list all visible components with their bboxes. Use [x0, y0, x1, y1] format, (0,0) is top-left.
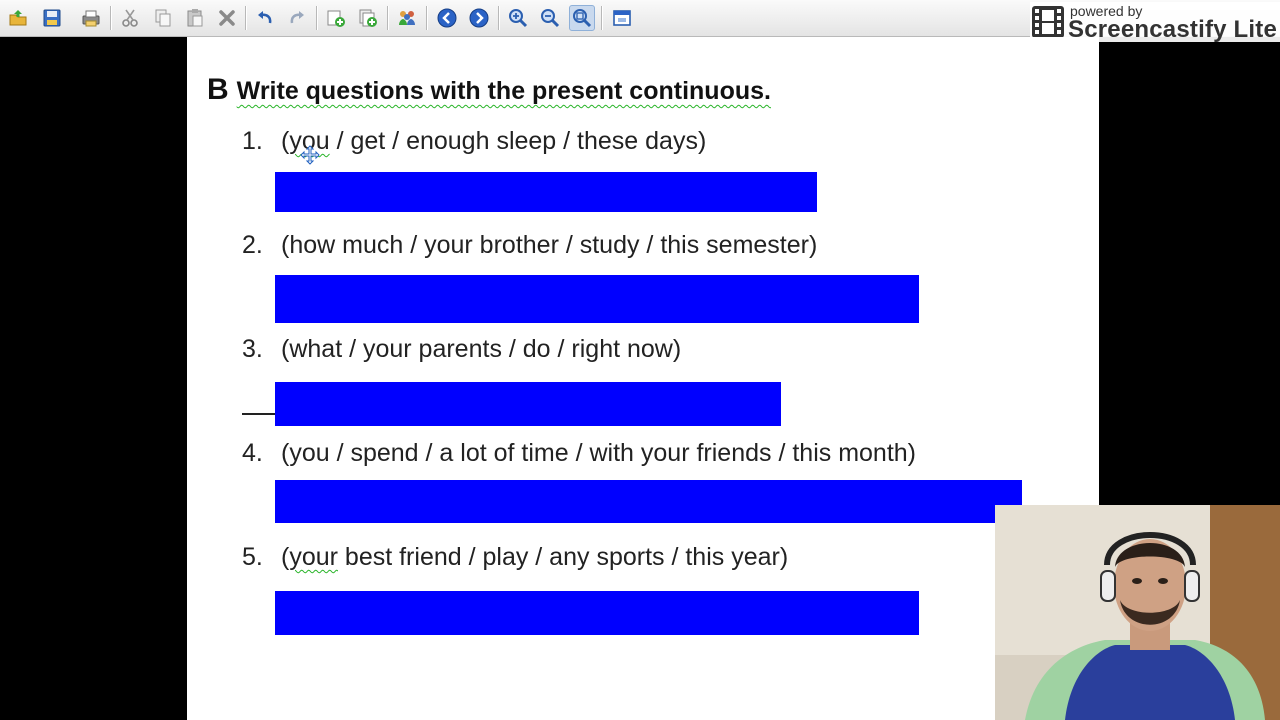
exercise-heading: B Write questions with the present contin…: [207, 73, 771, 107]
users-icon: [399, 11, 415, 25]
question-text: (how much / your brother / study / this …: [281, 231, 818, 259]
redo-button[interactable]: [284, 5, 310, 31]
duplicate-page-button[interactable]: [355, 5, 381, 31]
new-page-icon: [327, 10, 345, 27]
zoom-fit-icon: [573, 9, 592, 28]
exercise-title: Write questions with the present continu…: [236, 77, 771, 105]
question-text: (you / get / enough sleep / these days): [281, 127, 707, 155]
zoom-out-icon: [541, 9, 560, 28]
undo-icon: [258, 11, 272, 24]
question-rest: how much / your brother / study / this s…: [289, 231, 818, 259]
question-number: 2.: [242, 231, 263, 259]
answer-bar-1[interactable]: [275, 172, 817, 212]
answer-bar-2[interactable]: [275, 275, 919, 323]
section-letter: B: [207, 73, 229, 106]
answer-bar-4[interactable]: [275, 480, 1022, 523]
duplicate-page-icon: [359, 9, 377, 27]
question-rest: what / your parents / do / right now): [289, 335, 682, 363]
copy-button[interactable]: [150, 5, 176, 31]
arrow-left-icon: [437, 8, 457, 28]
zoom-in-button[interactable]: [505, 5, 531, 31]
question-number: 1.: [242, 127, 263, 155]
new-page-button[interactable]: [323, 5, 349, 31]
undo-button[interactable]: [252, 5, 278, 31]
paste-button[interactable]: [182, 5, 208, 31]
question-text: (you / spend / a lot of time / with your…: [281, 439, 917, 467]
next-page-button[interactable]: [466, 5, 492, 31]
paste-icon: [187, 9, 203, 27]
zoom-out-button[interactable]: [537, 5, 563, 31]
delete-button[interactable]: [214, 5, 240, 31]
redo-icon: [290, 11, 304, 24]
move-cursor-icon: [300, 145, 320, 165]
question-text: (your best friend / play / any sports / …: [281, 543, 789, 571]
print-button[interactable]: [78, 5, 104, 31]
film-strip-icon: [1032, 6, 1064, 38]
cut-icon: [122, 9, 138, 27]
question-rest: you / spend / a lot of time / with your …: [289, 439, 917, 467]
save-button[interactable]: [39, 5, 65, 31]
cut-button[interactable]: [117, 5, 143, 31]
question-rest: best friend / play / any sports / this y…: [337, 543, 789, 571]
zoom-in-icon: [509, 9, 528, 28]
answer-bar-3[interactable]: [275, 382, 781, 426]
question-rest: / get / enough sleep / these days): [329, 127, 707, 155]
open-folder-icon: [9, 10, 27, 26]
full-screen-icon: [613, 10, 631, 26]
arrow-right-icon: [469, 8, 489, 28]
answer-bar-5[interactable]: [275, 591, 919, 635]
question-number: 3.: [242, 335, 263, 363]
previous-page-button[interactable]: [434, 5, 460, 31]
screencastify-branding: powered by Screencastify Lite: [1030, 2, 1280, 43]
print-icon: [82, 10, 100, 27]
full-screen-button[interactable]: [609, 5, 635, 31]
misspelled-word: your: [289, 543, 338, 571]
question-text: (what / your parents / do / right now): [281, 335, 682, 363]
question-number: 5.: [242, 543, 263, 571]
webcam-feed: [995, 505, 1280, 720]
copy-icon: [155, 9, 171, 27]
delete-icon: [219, 10, 235, 26]
document-page[interactable]: B Write questions with the present contin…: [187, 37, 1099, 720]
users-button[interactable]: [394, 5, 420, 31]
answer-line: [242, 413, 275, 415]
save-icon: [43, 9, 61, 27]
question-number: 4.: [242, 439, 263, 467]
open-button[interactable]: [5, 5, 31, 31]
webcam-overlay: [995, 505, 1280, 720]
screencastify-label: Screencastify Lite: [1068, 16, 1278, 43]
zoom-fit-button[interactable]: [569, 5, 595, 31]
